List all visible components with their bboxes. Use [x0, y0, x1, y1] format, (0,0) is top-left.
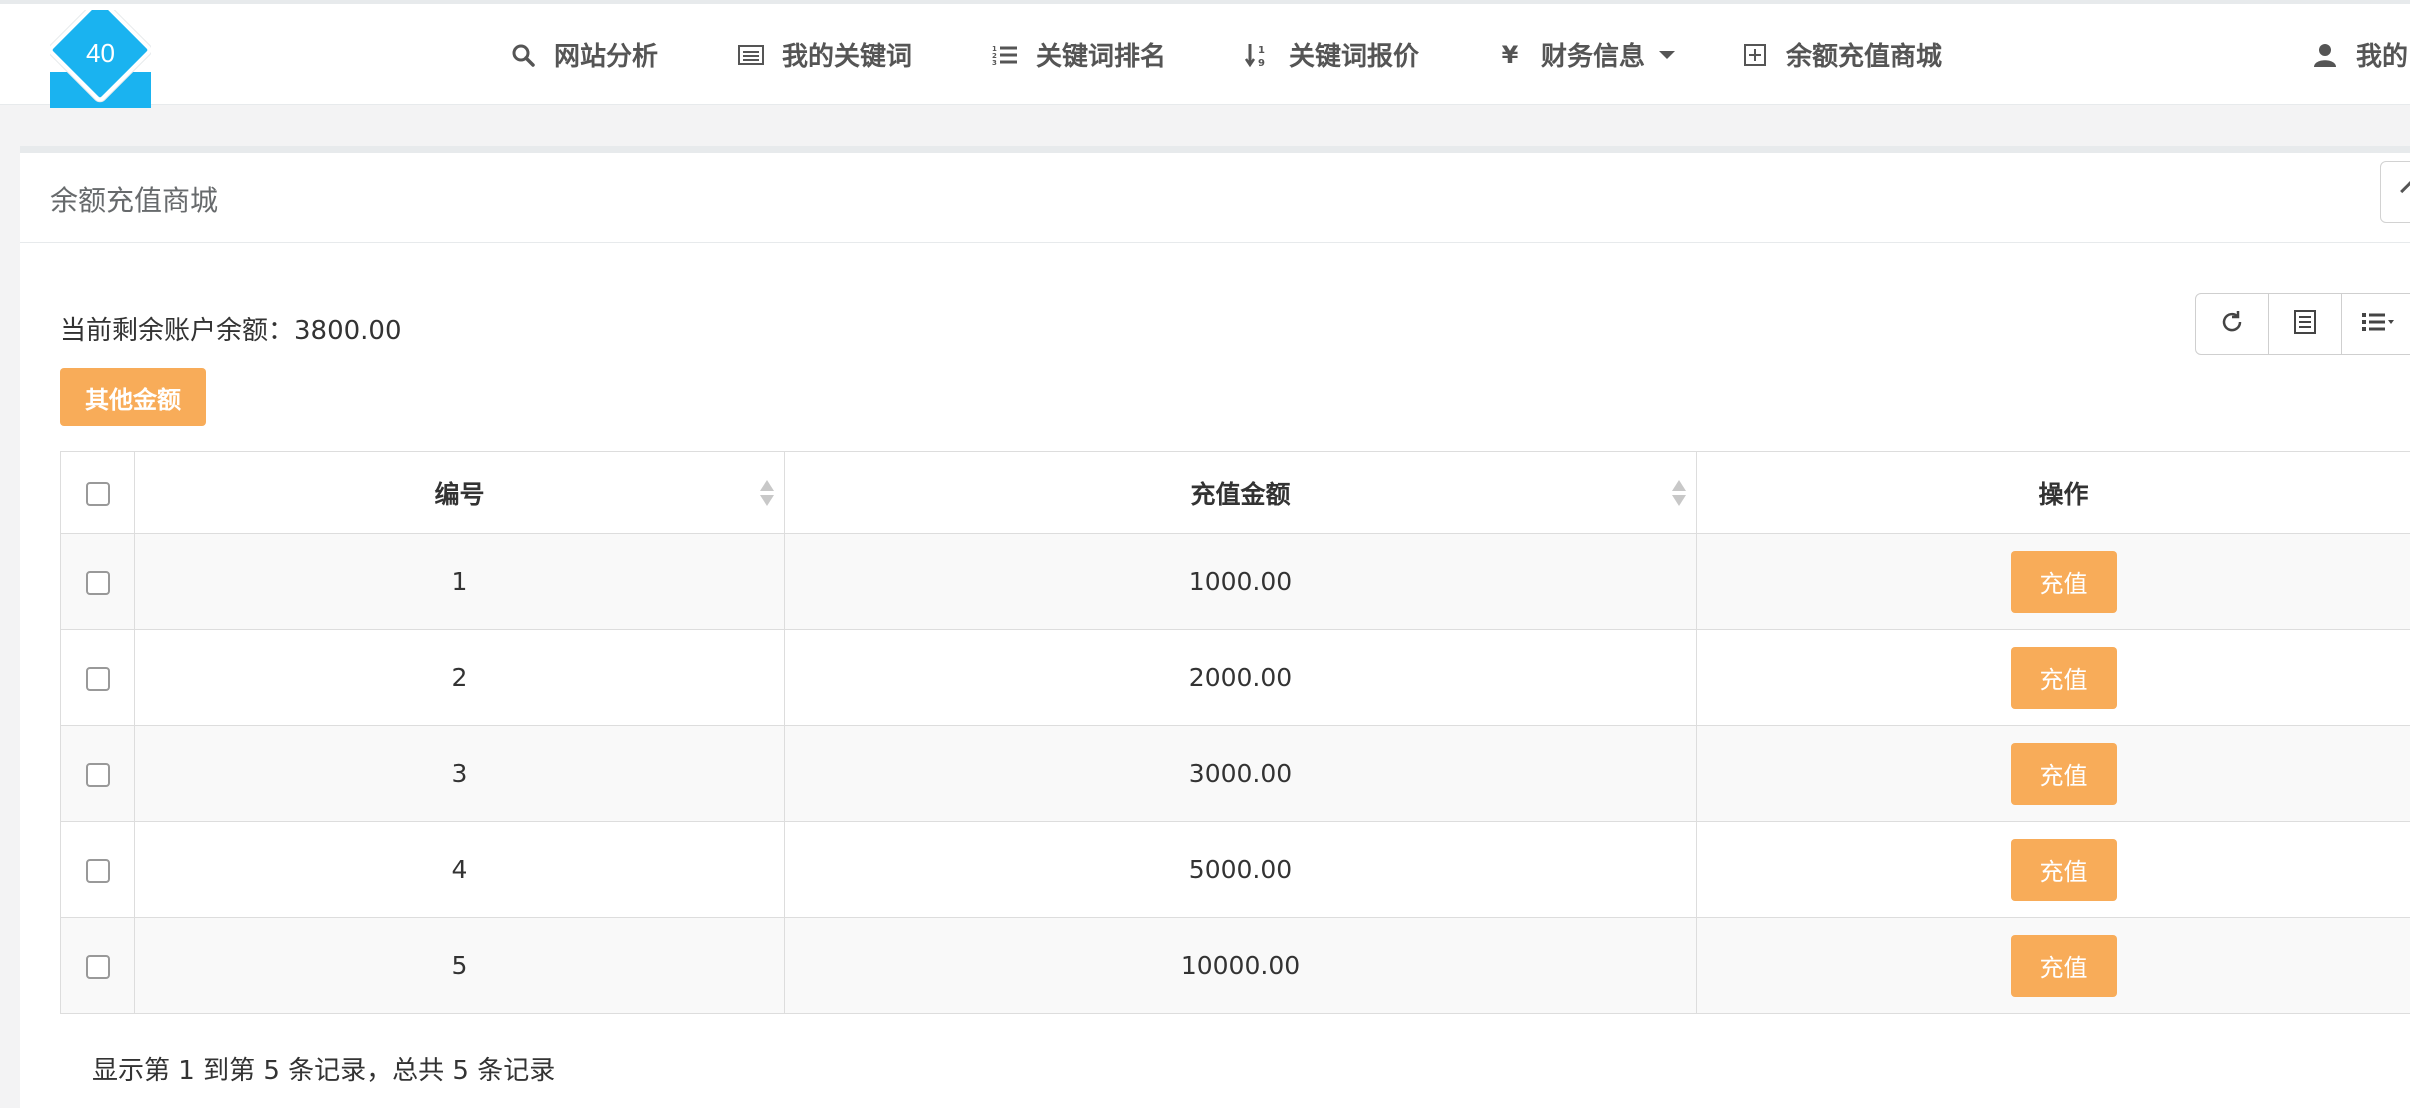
nav-label: 我的	[2356, 42, 2409, 72]
toggle-view-button[interactable]	[2268, 293, 2342, 355]
top-navbar: 40 网站分析 我的关键词 123 关键词排名 19 关键词报价 ¥ 财务信息 …	[0, 4, 2410, 108]
recharge-button[interactable]: 充值	[2010, 838, 2117, 901]
cell-action: 充值	[1696, 629, 2410, 726]
column-header-label: 充值金额	[1190, 479, 1291, 509]
sort-numeric-icon: 19	[1245, 42, 1271, 68]
select-all-cell	[60, 451, 135, 534]
recharge-table: 编号 充值金额 操作 1 1000.00 充值 2 2000.00 充值 3 3…	[60, 451, 2410, 1014]
toggle-view-icon	[2293, 310, 2317, 338]
column-header-amount[interactable]: 充值金额	[784, 451, 1697, 534]
recharge-panel: 余额充值商城 当前剩余账户余额：3800.00 其他金额 编号 充值金额 操作 …	[20, 153, 2410, 1108]
refresh-button[interactable]	[2195, 293, 2269, 355]
cell-amount: 1000.00	[784, 533, 1697, 630]
table-row: 3 3000.00 充值	[60, 725, 2410, 822]
list-alt-icon	[738, 42, 764, 68]
nav-item-keyword-quote[interactable]: 19 关键词报价	[1245, 4, 1419, 105]
recharge-button[interactable]: 充值	[2010, 646, 2117, 709]
nav-item-my-keywords[interactable]: 我的关键词	[738, 4, 912, 105]
cell-id: 4	[134, 821, 785, 918]
select-all-checkbox[interactable]	[85, 482, 110, 506]
cell-id: 1	[134, 533, 785, 630]
column-header-label: 操作	[2038, 479, 2089, 509]
column-header-action: 操作	[1696, 451, 2410, 534]
logo-number: 40	[86, 38, 115, 68]
ordered-list-icon: 123	[992, 42, 1018, 68]
other-amount-button[interactable]: 其他金额	[60, 368, 206, 426]
nav-item-recharge-mall[interactable]: 余额充值商城	[1742, 4, 1942, 105]
svg-text:9: 9	[1258, 58, 1265, 68]
svg-text:1: 1	[1258, 45, 1265, 56]
yen-icon: ¥	[1501, 40, 1519, 69]
cell-amount: 5000.00	[784, 821, 1697, 918]
cell-action: 充值	[1696, 821, 2410, 918]
table-row: 2 2000.00 充值	[60, 629, 2410, 726]
panel-title: 余额充值商城	[50, 184, 219, 217]
chevron-up-icon	[2400, 181, 2410, 201]
recharge-button[interactable]: 充值	[2010, 742, 2117, 805]
table-row: 4 5000.00 充值	[60, 821, 2410, 918]
search-icon	[510, 42, 536, 68]
table: 编号 充值金额 操作 1 1000.00 充值 2 2000.00 充值 3 3…	[60, 451, 2410, 1014]
cell-id: 2	[134, 629, 785, 726]
row-select-cell	[60, 725, 135, 822]
nav-label: 我的关键词	[782, 42, 913, 72]
columns-icon	[2361, 310, 2395, 338]
nav-item-keyword-ranking[interactable]: 123 关键词排名	[992, 4, 1166, 105]
table-toolbar	[2195, 293, 2410, 355]
cell-amount: 3000.00	[784, 725, 1697, 822]
recharge-button[interactable]: 充值	[2010, 934, 2117, 997]
sort-icon	[1672, 480, 1686, 508]
column-header-label: 编号	[434, 479, 485, 509]
cell-amount: 10000.00	[784, 917, 1697, 1014]
cell-action: 充值	[1696, 917, 2410, 1014]
nav-item-website-analysis[interactable]: 网站分析	[510, 4, 658, 105]
table-header-row: 编号 充值金额 操作	[60, 451, 2410, 534]
collapse-button[interactable]	[2380, 161, 2410, 223]
svg-text:3: 3	[992, 59, 997, 67]
nav-label: 财务信息	[1541, 42, 1646, 72]
row-select-cell	[60, 629, 135, 726]
row-checkbox[interactable]	[85, 859, 110, 883]
row-checkbox[interactable]	[85, 763, 110, 787]
cell-amount: 2000.00	[784, 629, 1697, 726]
column-header-id[interactable]: 编号	[134, 451, 785, 534]
panel-top-border	[20, 146, 2410, 153]
refresh-icon	[2219, 309, 2245, 339]
table-row: 1 1000.00 充值	[60, 533, 2410, 630]
nav-label: 关键词报价	[1289, 42, 1420, 72]
account-balance: 当前剩余账户余额：3800.00	[60, 316, 402, 346]
pagination-summary: 显示第 1 到第 5 条记录，总共 5 条记录	[92, 1056, 556, 1086]
table-row: 5 10000.00 充值	[60, 917, 2410, 1014]
nav-label: 网站分析	[554, 42, 659, 72]
cell-action: 充值	[1696, 533, 2410, 630]
row-select-cell	[60, 917, 135, 1014]
columns-button[interactable]	[2341, 293, 2410, 355]
sort-icon	[760, 480, 774, 508]
nav-label: 关键词排名	[1036, 42, 1167, 72]
nav-item-finance-info[interactable]: ¥ 财务信息	[1497, 4, 1676, 105]
row-select-cell	[60, 821, 135, 918]
plus-square-icon	[1742, 42, 1768, 68]
row-checkbox[interactable]	[85, 667, 110, 691]
cell-id: 3	[134, 725, 785, 822]
logo[interactable]: 40	[50, 10, 151, 108]
row-checkbox[interactable]	[85, 571, 110, 595]
row-select-cell	[60, 533, 135, 630]
user-icon	[2312, 42, 2338, 68]
panel-header: 余额充值商城	[20, 153, 2410, 243]
cell-action: 充值	[1696, 725, 2410, 822]
recharge-button[interactable]: 充值	[2010, 550, 2117, 613]
nav-item-user[interactable]: 我的	[2312, 4, 2408, 105]
chevron-down-icon	[1659, 50, 1676, 59]
cell-id: 5	[134, 917, 785, 1014]
nav-label: 余额充值商城	[1786, 42, 1943, 72]
row-checkbox[interactable]	[85, 955, 110, 979]
